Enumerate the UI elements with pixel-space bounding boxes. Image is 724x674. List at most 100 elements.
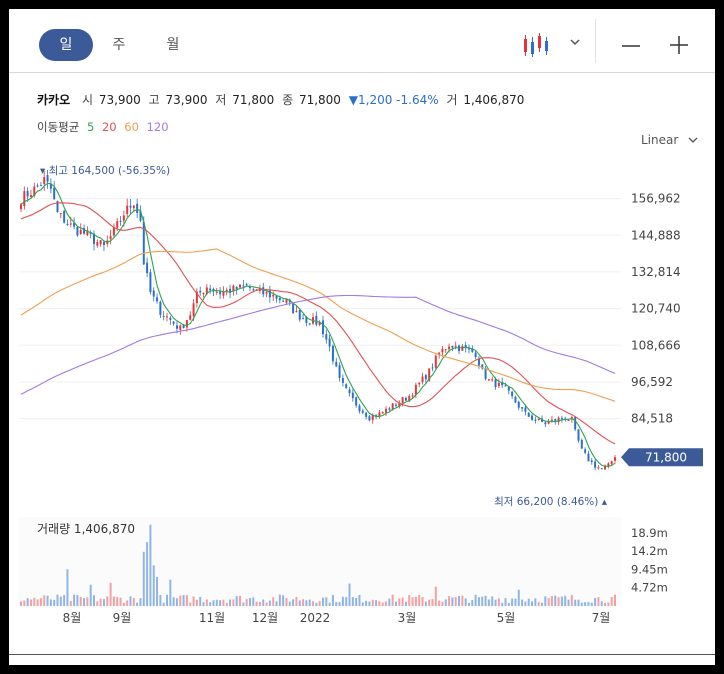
candle-body — [444, 349, 447, 351]
volume-bar — [531, 601, 534, 606]
volume-bar — [139, 598, 142, 606]
candle-body — [225, 290, 228, 292]
volume-bar — [600, 601, 603, 606]
candle-body — [514, 396, 517, 403]
volume-bar — [507, 602, 510, 606]
candle-body — [418, 382, 421, 385]
volume-bar — [142, 551, 145, 606]
candle-body — [348, 389, 351, 394]
volume-bar — [102, 599, 105, 606]
volume-bar — [288, 601, 291, 606]
volume-bar — [106, 596, 109, 606]
price-chart[interactable]: 156,962 144,888 132,814 120,740 108,666 96,59… — [9, 9, 715, 665]
volume-bar — [239, 595, 242, 606]
volume-bar — [428, 599, 431, 606]
candle-body — [531, 415, 534, 420]
candle-body — [567, 419, 570, 421]
candle-body — [448, 346, 451, 350]
x-tick-label: 8월 — [63, 611, 82, 625]
candle-body — [275, 296, 278, 299]
candle-body — [175, 325, 178, 329]
candle-body — [185, 320, 188, 328]
volume-bar — [248, 598, 251, 606]
candle-body — [321, 320, 324, 335]
candle-body — [550, 419, 553, 421]
volume-bar — [391, 594, 394, 606]
candle-body — [302, 318, 305, 320]
volume-bar — [195, 599, 198, 606]
candle-body — [39, 185, 42, 187]
volume-bar — [265, 602, 268, 606]
volume-bar — [434, 586, 437, 606]
volume-title: 거래량 1,406,870 — [37, 522, 135, 536]
candle-body — [554, 419, 557, 422]
candle-body — [69, 223, 72, 225]
ma-5-line — [20, 182, 616, 468]
volume-bar — [166, 594, 169, 606]
volume-bar — [43, 595, 46, 606]
candle-body — [112, 227, 115, 236]
volume-bar — [46, 595, 49, 606]
volume-bar — [527, 598, 530, 606]
low-marker-label: 최저 66,200 (8.46%) ▴ — [494, 496, 608, 508]
candle-body — [235, 287, 238, 290]
candle-body — [308, 323, 311, 325]
candle-body — [544, 422, 547, 425]
volume-bar — [235, 596, 238, 606]
volume-bar — [541, 602, 543, 606]
volume-bar — [268, 600, 271, 606]
candle-body — [102, 241, 105, 246]
candle-body — [315, 315, 318, 325]
volume-bar — [225, 602, 228, 606]
candle-body — [242, 285, 245, 287]
candle-body — [66, 224, 69, 226]
volume-bar — [169, 579, 172, 606]
volume-bar — [421, 597, 424, 606]
candle-body — [494, 379, 497, 388]
candle-body — [179, 325, 182, 330]
volume-bar — [451, 597, 454, 606]
candle-body — [600, 468, 603, 470]
volume-bar — [348, 583, 351, 606]
volume-bar — [69, 600, 72, 606]
volume-bar — [33, 597, 36, 606]
candle-body — [265, 292, 268, 294]
volume-bar — [39, 598, 42, 606]
candle-body — [209, 288, 212, 291]
volume-bar — [448, 596, 451, 606]
volume-bar — [285, 598, 288, 606]
candle-body — [574, 416, 577, 430]
candle-body — [487, 379, 490, 381]
candle-body — [338, 365, 341, 378]
volume-bar — [398, 598, 401, 606]
volume-bar — [83, 598, 86, 606]
volume-bar — [215, 599, 218, 606]
candle-body — [23, 191, 26, 207]
candle-body — [119, 220, 122, 222]
x-tick-label: 12월 — [252, 611, 278, 625]
volume-bar — [258, 601, 261, 606]
candle-body — [278, 298, 281, 301]
candle-body — [424, 375, 427, 380]
candle-body — [99, 240, 102, 245]
volume-bar — [63, 594, 66, 606]
volume-bar — [361, 602, 364, 606]
volume-bar — [325, 597, 328, 606]
volume-bar — [192, 596, 195, 606]
candle-body — [192, 303, 195, 316]
volume-bar — [89, 584, 92, 606]
candle-body — [328, 338, 331, 347]
candle-body — [109, 236, 112, 239]
volume-bar — [229, 599, 232, 606]
candle-body — [345, 384, 348, 389]
candle-body — [587, 453, 590, 462]
volume-bar — [149, 524, 152, 606]
volume-bar — [132, 598, 135, 606]
candle-body — [146, 262, 149, 274]
x-tick-label: 5월 — [497, 611, 516, 625]
volume-bar — [242, 602, 245, 606]
volume-bar — [481, 596, 484, 606]
candle-body — [441, 348, 444, 353]
volume-bar — [338, 601, 341, 606]
volume-bar — [607, 602, 610, 606]
